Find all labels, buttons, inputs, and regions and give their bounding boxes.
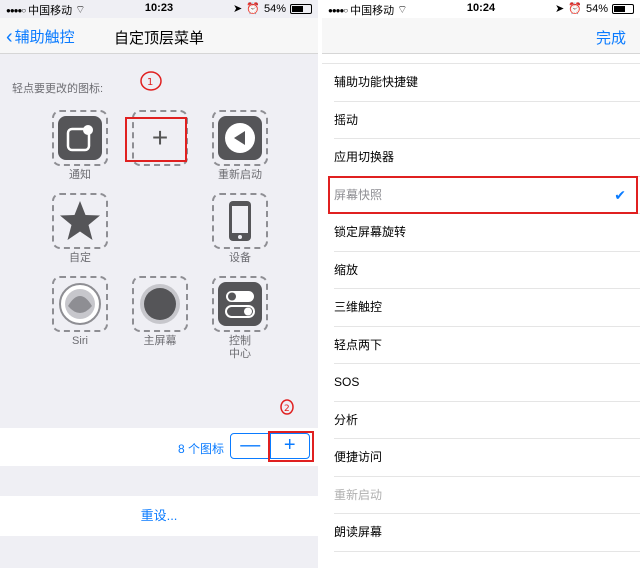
icon-label: 自定: [69, 252, 91, 264]
decrease-button[interactable]: —: [231, 434, 271, 458]
icon-slot-control-center[interactable]: 控制 中心: [205, 276, 275, 361]
list-item[interactable]: 三维触控: [334, 289, 640, 327]
svg-text:1: 1: [147, 77, 153, 88]
icon-slot-custom[interactable]: 自定: [45, 193, 115, 265]
battery-percent: 54%: [263, 2, 286, 15]
icon-label: Siri: [72, 335, 88, 347]
list-item-disabled: 重新启动: [334, 477, 640, 514]
siri-icon: [58, 282, 102, 326]
nav-bar: 完成: [322, 18, 640, 54]
list-item[interactable]: 辅助功能快捷键: [334, 64, 640, 102]
icon-label: 设备: [229, 252, 251, 264]
alarm-icon: ⏰: [246, 3, 260, 15]
battery-icon: [612, 3, 634, 14]
icon-slot-siri[interactable]: Siri: [45, 276, 115, 348]
list-item[interactable]: 摇动: [334, 102, 640, 139]
icon-label: 控制 中心: [229, 335, 251, 360]
home-icon: [138, 282, 182, 326]
icon-label: 重新启动: [218, 169, 262, 181]
device-icon: [218, 199, 262, 243]
icon-label: 通知: [69, 169, 91, 181]
right-screen: ●●●●○ 中国移动 ⌔ 10:24 ➤ ⏰ 54% 完成 辅助功能快捷键 摇动…: [322, 0, 640, 568]
notification-icon: [58, 116, 102, 160]
left-screen: ●●●●○ 中国移动 ⌔ 10:23 ➤ ⏰ 54% ‹ 辅助触控 自定顶层菜单…: [0, 0, 318, 568]
reset-button[interactable]: 重设...: [0, 496, 318, 536]
page-title: 自定顶层菜单: [113, 30, 204, 47]
icon-slot-notification[interactable]: 通知: [45, 110, 115, 182]
star-icon: [58, 199, 102, 243]
battery-icon: [290, 3, 312, 14]
status-bar: ●●●●○ 中国移动 ⌔ 10:24 ➤ ⏰ 54%: [322, 0, 640, 17]
list-item[interactable]: 缩放: [334, 252, 640, 289]
list-item[interactable]: SOS: [334, 364, 640, 402]
nav-bar: ‹ 辅助触控 自定顶层菜单: [0, 18, 318, 54]
highlight-box: [268, 431, 314, 462]
icon-slot-restart[interactable]: 重新启动: [205, 110, 275, 182]
battery-percent: 54%: [585, 2, 608, 15]
done-button[interactable]: 完成: [596, 27, 626, 48]
alarm-icon: ⏰: [568, 3, 582, 15]
reset-row[interactable]: 重设...: [0, 496, 318, 536]
list-item[interactable]: 分析: [334, 402, 640, 439]
icon-count-label: 8 个图标: [177, 442, 224, 456]
list-item[interactable]: 朗读屏幕: [334, 514, 640, 552]
action-list: 辅助功能快捷键 摇动 应用切换器 屏幕快照 ✔ 锁定屏幕旋转 缩放 三维触控 轻点…: [322, 64, 640, 552]
status-bar: ●●●●○ 中国移动 ⌔ 10:23 ➤ ⏰ 54%: [0, 0, 318, 17]
svg-text:2: 2: [284, 404, 290, 414]
icon-slot-device[interactable]: 设备: [205, 193, 275, 265]
icon-count-row: 8 个图标 — +: [0, 428, 318, 466]
icon-slot-home[interactable]: 主屏幕: [125, 276, 195, 348]
highlight-box: [328, 176, 638, 214]
location-icon: ➤: [555, 3, 565, 15]
location-icon: ➤: [233, 3, 243, 15]
list-item[interactable]: 轻点两下: [334, 327, 640, 364]
list-item[interactable]: 应用切换器: [334, 139, 640, 177]
hint-text: 轻点要更改的图标:: [12, 83, 104, 95]
restart-icon: [218, 116, 262, 160]
icon-label: 主屏幕: [143, 335, 177, 347]
highlight-box: [125, 117, 187, 162]
annotation-mark-icon: 2: [280, 399, 294, 415]
list-item[interactable]: 锁定屏幕旋转: [334, 214, 640, 252]
control-center-icon: [218, 282, 262, 326]
annotation-mark-icon: 1: [140, 71, 162, 91]
list-item[interactable]: 便捷访问: [334, 439, 640, 477]
